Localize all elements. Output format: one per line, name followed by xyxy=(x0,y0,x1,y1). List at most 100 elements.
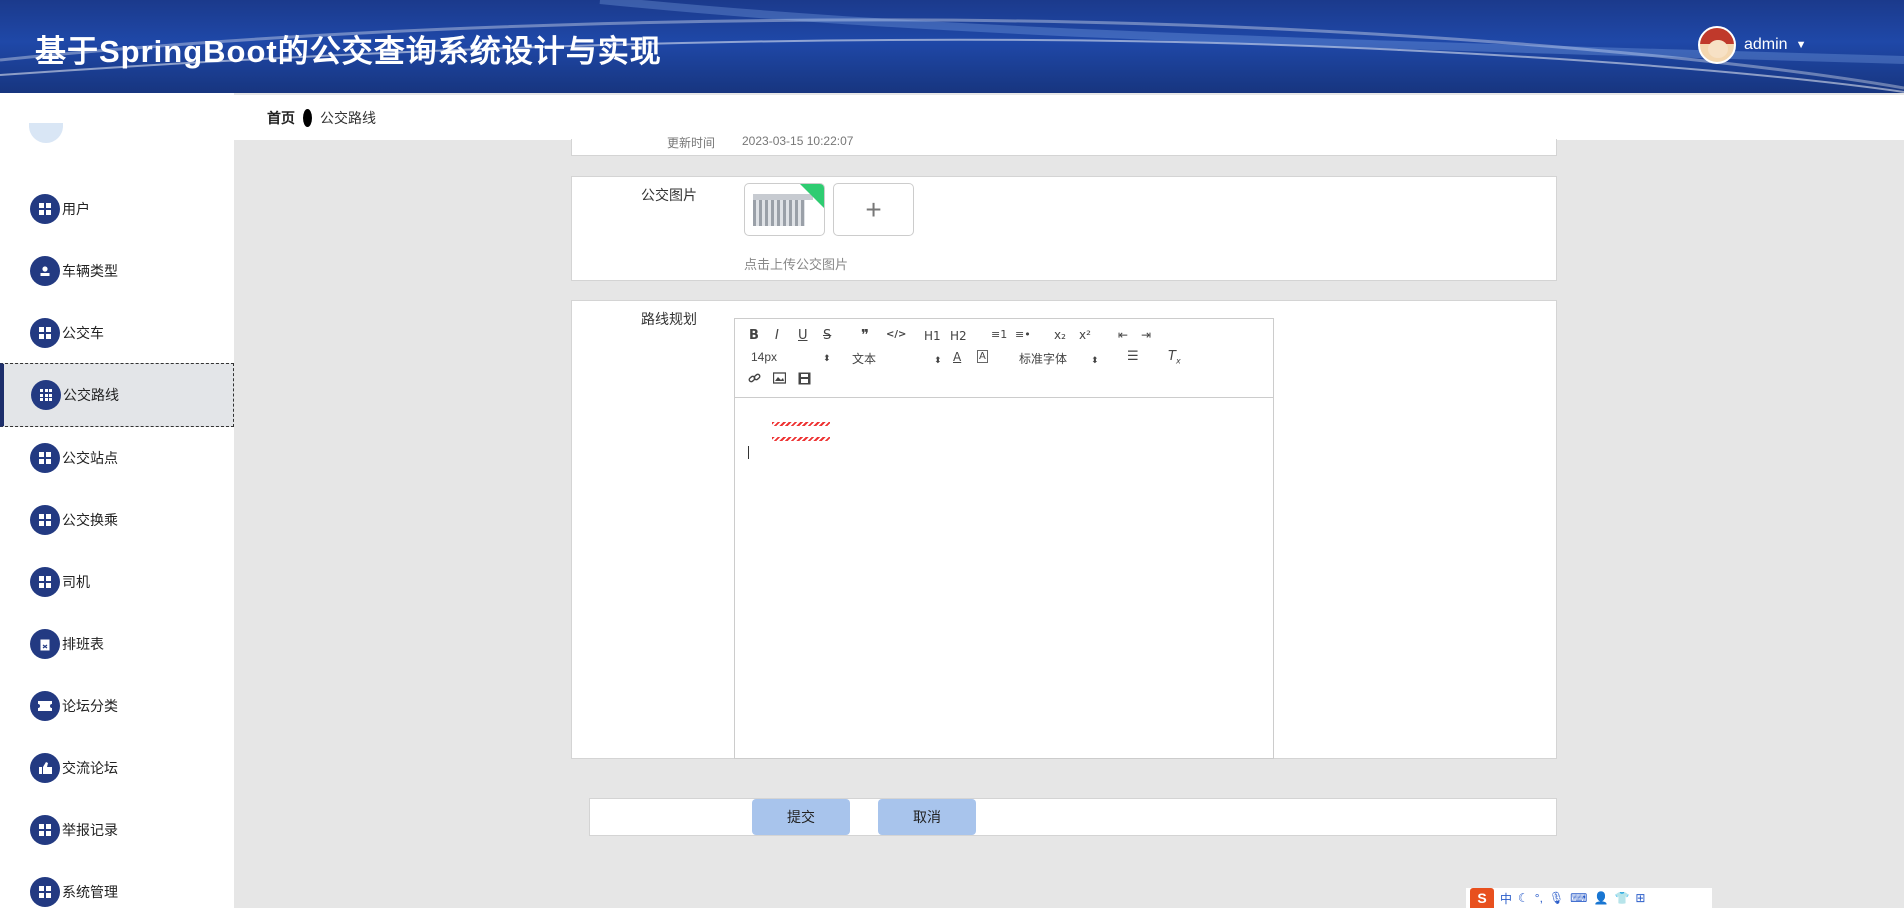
sidebar-item-label: 司机 xyxy=(62,574,90,590)
sidebar-item-bus-stop[interactable]: 公交站点 xyxy=(0,427,234,489)
text-caret xyxy=(748,446,749,459)
superscript-button[interactable]: x² xyxy=(1079,328,1091,342)
sidebar-item-driver[interactable]: 司机 xyxy=(0,551,234,613)
bold-button[interactable]: B xyxy=(749,328,759,343)
sidebar-item-schedule[interactable]: 排班表 xyxy=(0,613,234,675)
sidebar-item-user[interactable]: 用户 xyxy=(0,178,234,240)
grid-icon xyxy=(30,443,60,473)
sidebar-item-label: 用户 xyxy=(62,201,90,217)
form-actions: 提交 取消 xyxy=(589,798,1557,836)
background-color-icon[interactable]: A xyxy=(977,350,988,363)
font-size-select[interactable]: 14px ⬍ xyxy=(751,350,831,364)
microphone-icon[interactable]: 🎙 xyxy=(1549,891,1564,905)
grid-icon xyxy=(30,194,60,224)
submit-button[interactable]: 提交 xyxy=(752,799,850,835)
sidebar-item-report[interactable]: 举报记录 xyxy=(0,799,234,861)
bus-image-thumbnail[interactable] xyxy=(744,183,825,236)
route-editor: B I U S ❞ </> H1 H2 ≡1 ≡• x₂ x² ⇤ ⇥ 14px… xyxy=(734,318,1274,759)
moon-icon[interactable]: ☾ xyxy=(1518,891,1529,905)
spellcheck-underline xyxy=(772,437,830,441)
font-color-icon[interactable]: A xyxy=(953,350,961,364)
check-corner-icon xyxy=(800,184,824,208)
punctuation-icon[interactable]: °, xyxy=(1535,891,1543,905)
font-size-value: 14px xyxy=(751,350,778,364)
sidebar-item-bus[interactable]: 公交车 xyxy=(0,302,234,364)
username: admin xyxy=(1744,36,1788,53)
bullet-list-button[interactable]: ≡• xyxy=(1015,328,1031,341)
update-time-value: 2023-03-15 10:22:07 xyxy=(742,134,854,148)
code-button[interactable]: </> xyxy=(886,329,906,340)
user-icon xyxy=(30,256,60,286)
image-icon[interactable] xyxy=(772,372,787,388)
ordered-list-button[interactable]: ≡1 xyxy=(991,328,1007,341)
ticket-icon xyxy=(30,691,60,721)
font-family-select[interactable]: 标准字体 ⬍ xyxy=(1019,350,1099,367)
select-arrows-icon: ⬍ xyxy=(1091,355,1099,365)
clipboard-icon xyxy=(30,629,60,659)
cancel-button[interactable]: 取消 xyxy=(878,799,976,835)
sidebar-item-label: 公交车 xyxy=(62,325,104,341)
app-title: 基于SpringBoot的公交查询系统设计与实现 xyxy=(35,34,662,69)
upload-button[interactable]: + xyxy=(833,183,914,236)
sidebar-item-label: 车辆类型 xyxy=(62,263,118,279)
apps-icon[interactable]: ⊞ xyxy=(1635,891,1645,905)
update-time-label: 更新时间 xyxy=(667,136,716,150)
align-left-icon[interactable]: ☰ xyxy=(1127,349,1139,364)
sidebar: 用户 车辆类型 公交车 公交路线 公交站点 公交换乘 司机 排班表 论坛分类 交… xyxy=(0,93,234,908)
grid-icon xyxy=(30,505,60,535)
ime-toolbar[interactable]: S 中 ☾ °, 🎙 ⌨ 👤 👕 ⊞ xyxy=(1466,888,1712,908)
sidebar-item-label: 举报记录 xyxy=(62,822,118,838)
grid-icon xyxy=(30,318,60,348)
blockquote-button[interactable]: ❞ xyxy=(861,326,869,344)
sidebar-item-system[interactable]: 系统管理 xyxy=(0,861,234,908)
sidebar-item-label: 交流论坛 xyxy=(62,760,118,776)
sidebar-item-label: 公交换乘 xyxy=(62,512,118,528)
indent-button[interactable]: ⇥ xyxy=(1141,328,1151,342)
sidebar-item-bus-transfer[interactable]: 公交换乘 xyxy=(0,489,234,551)
block-format-select[interactable]: 文本 ⬍ xyxy=(852,350,942,367)
sidebar-item-forum[interactable]: 交流论坛 xyxy=(0,737,234,799)
strike-button[interactable]: S xyxy=(823,328,831,343)
breadcrumb-home[interactable]: 首页 xyxy=(267,108,295,128)
video-icon[interactable] xyxy=(798,372,811,389)
upload-hint: 点击上传公交图片 xyxy=(744,257,849,272)
font-family-value: 标准字体 xyxy=(1019,352,1068,366)
sidebar-item-label: 论坛分类 xyxy=(62,698,118,714)
select-arrows-icon: ⬍ xyxy=(823,353,831,363)
ime-lang[interactable]: 中 xyxy=(1500,890,1512,907)
form-row-bus-image: 公交图片 + 点击上传公交图片 xyxy=(571,176,1557,281)
spellcheck-underline xyxy=(772,422,830,426)
clear-format-icon[interactable]: Tx xyxy=(1168,349,1181,366)
keyboard-icon[interactable]: ⌨ xyxy=(1570,891,1587,905)
sidebar-avatar-fragment xyxy=(29,123,63,143)
sidebar-item-forum-category[interactable]: 论坛分类 xyxy=(0,675,234,737)
breadcrumb: 首页 公交路线 xyxy=(234,95,1904,140)
editor-content-area[interactable] xyxy=(735,399,1273,758)
sidebar-item-label: 排班表 xyxy=(62,636,104,652)
underline-button[interactable]: U xyxy=(798,328,808,343)
sogou-logo-icon: S xyxy=(1470,888,1494,908)
sidebar-item-vehicle-type[interactable]: 车辆类型 xyxy=(0,240,234,302)
shirt-icon[interactable]: 👕 xyxy=(1614,891,1629,905)
route-plan-label: 路线规划 xyxy=(641,311,697,327)
sidebar-item-label: 公交站点 xyxy=(62,450,118,466)
grid-icon xyxy=(30,877,60,907)
breadcrumb-separator-icon xyxy=(303,108,312,127)
h1-button[interactable]: H1 xyxy=(924,329,941,343)
sidebar-item-label: 公交路线 xyxy=(63,387,119,403)
bus-image-label: 公交图片 xyxy=(641,187,697,203)
italic-button[interactable]: I xyxy=(775,328,779,343)
sidebar-item-bus-route[interactable]: 公交路线 xyxy=(0,363,234,427)
user-menu[interactable]: admin ▼ xyxy=(1698,26,1806,64)
link-icon[interactable] xyxy=(748,372,761,389)
h2-button[interactable]: H2 xyxy=(950,329,967,343)
breadcrumb-current: 公交路线 xyxy=(320,109,376,126)
person-icon[interactable]: 👤 xyxy=(1593,891,1608,905)
outdent-button[interactable]: ⇤ xyxy=(1118,328,1128,342)
form-row-update-time: 更新时间 2023-03-15 10:22:07 xyxy=(571,134,1557,156)
subscript-button[interactable]: x₂ xyxy=(1054,328,1066,342)
app-header: 基于SpringBoot的公交查询系统设计与实现 admin ▼ xyxy=(0,0,1904,93)
editor-toolbar: B I U S ❞ </> H1 H2 ≡1 ≡• x₂ x² ⇤ ⇥ 14px… xyxy=(735,319,1273,398)
block-format-value: 文本 xyxy=(852,352,877,366)
sidebar-item-label: 系统管理 xyxy=(62,884,118,900)
